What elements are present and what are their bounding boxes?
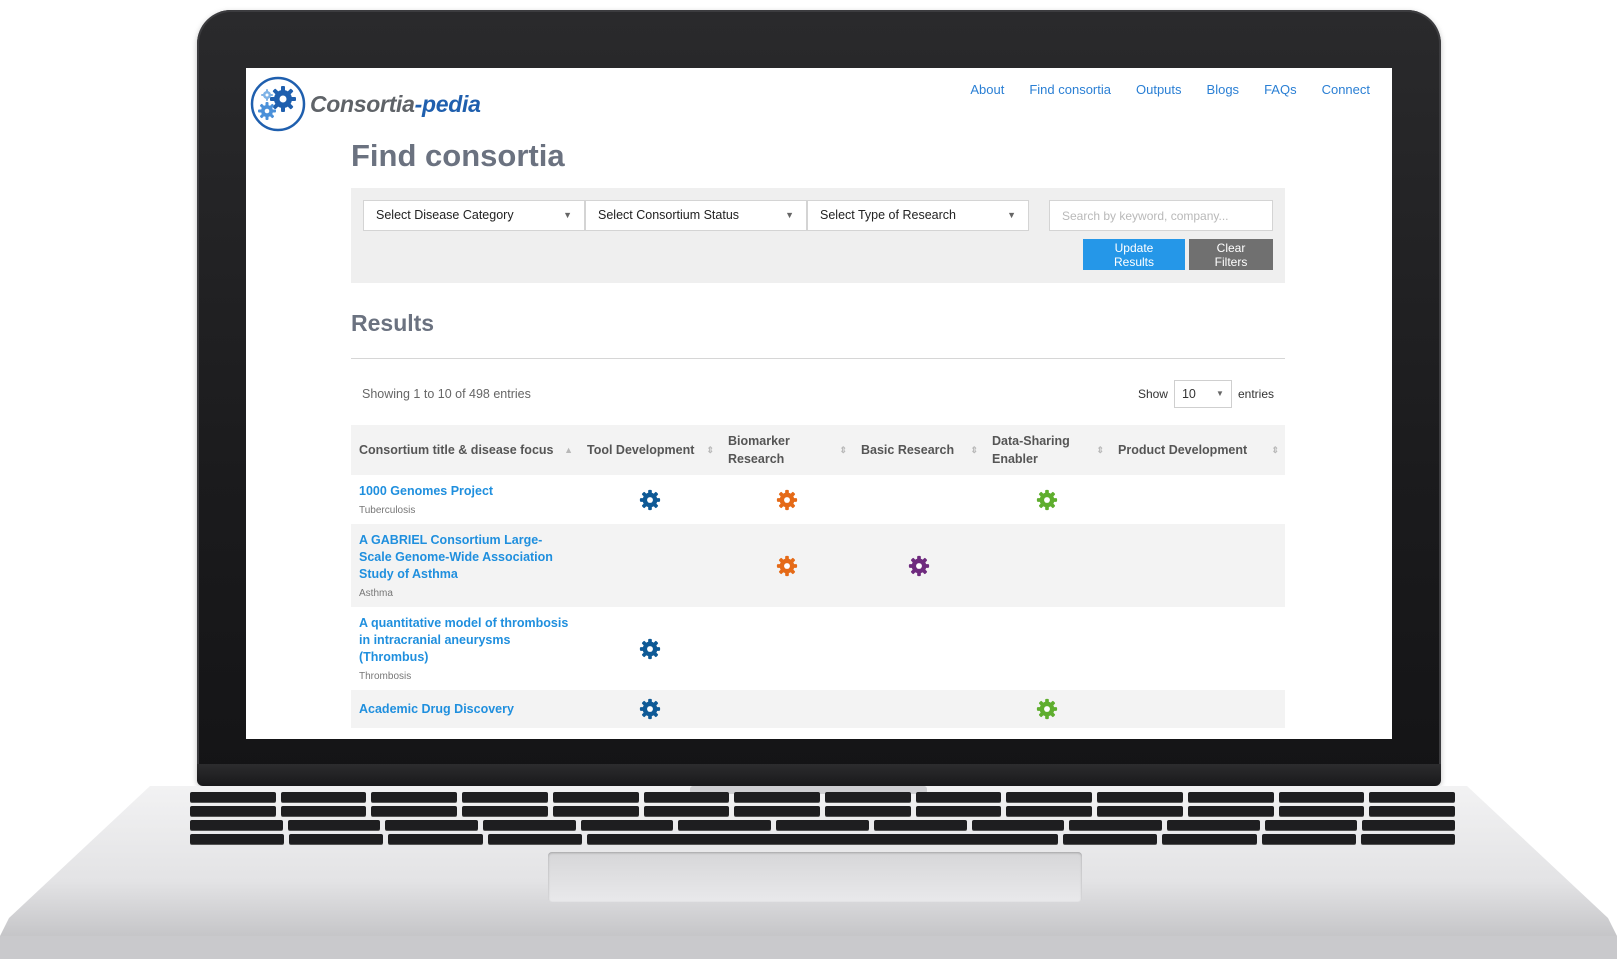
page-length-control: Show 10 ▼ entries — [1137, 380, 1274, 409]
cell-datasharing — [984, 524, 1110, 608]
sort-both-icon: ⇕ — [706, 445, 714, 456]
cell-product — [1110, 475, 1285, 525]
consortium-title-link[interactable]: A GABRIEL Consortium Large-Scale Genome-… — [359, 532, 571, 583]
laptop-hinge — [197, 764, 1441, 786]
consortium-title-link[interactable]: Academic Drug Discovery — [359, 701, 571, 718]
disease-focus: Tuberculosis — [359, 505, 416, 517]
page-length-value: 10 — [1181, 387, 1196, 402]
cell-biomarker — [720, 607, 853, 691]
cell-title: 1000 Genomes Project Tuberculosis — [351, 475, 579, 525]
gears-logo-icon — [250, 76, 306, 132]
show-label: Show — [1137, 387, 1168, 402]
cell-biomarker — [720, 475, 853, 525]
dropdown-caret-icon: ▼ — [563, 210, 572, 220]
table-row: A GABRIEL Consortium Large-Scale Genome-… — [351, 524, 1285, 608]
page-title: Find consortia — [351, 138, 565, 173]
table-header-row: Consortium title & disease focus ▲ Tool D… — [351, 425, 1285, 476]
nav-faqs[interactable]: FAQs — [1264, 82, 1297, 97]
sort-both-icon: ⇕ — [839, 445, 847, 456]
column-header-title[interactable]: Consortium title & disease focus ▲ — [351, 425, 579, 476]
column-header-biomarker-research[interactable]: Biomarker Research ⇕ — [720, 425, 853, 476]
results-summary: Showing 1 to 10 of 498 entries Show 10 ▼… — [351, 359, 1285, 425]
update-results-button[interactable]: Update Results — [1083, 239, 1185, 270]
consortium-status-select[interactable]: Select Consortium Status ▼ — [585, 200, 807, 231]
cell-tool — [579, 475, 720, 525]
type-of-research-value: Select Type of Research — [820, 208, 956, 222]
site-logo[interactable]: Consortia-pedia — [250, 76, 481, 132]
cell-title: A GABRIEL Consortium Large-Scale Genome-… — [351, 524, 579, 608]
gear-icon — [1036, 698, 1058, 720]
cell-datasharing — [984, 690, 1110, 729]
cell-basic — [853, 607, 984, 691]
cell-basic — [853, 475, 984, 525]
column-header-product-development[interactable]: Product Development ⇕ — [1110, 425, 1285, 476]
gear-icon — [908, 555, 929, 576]
cell-title: A quantitative model of thrombosis in in… — [351, 607, 579, 691]
filter-panel: Select Disease Category ▼ Select Consort… — [351, 188, 1285, 283]
cell-datasharing — [984, 607, 1110, 691]
nav-connect[interactable]: Connect — [1322, 82, 1370, 97]
table-row: A quantitative model of thrombosis in in… — [351, 607, 1285, 691]
disease-focus: Asthma — [359, 588, 393, 600]
keyboard — [190, 792, 1456, 850]
consortium-status-value: Select Consortium Status — [598, 208, 740, 222]
dropdown-caret-icon: ▼ — [1216, 389, 1224, 399]
consortium-title-link[interactable]: A quantitative model of thrombosis in in… — [359, 615, 571, 666]
keyword-search-input[interactable] — [1049, 200, 1273, 231]
clear-filters-button[interactable]: Clear Filters — [1189, 239, 1273, 270]
cell-datasharing — [984, 475, 1110, 525]
dropdown-caret-icon: ▼ — [785, 210, 794, 220]
trackpad — [548, 852, 1082, 902]
sort-both-icon: ⇕ — [970, 445, 978, 456]
column-header-data-sharing-enabler[interactable]: Data-Sharing Enabler ⇕ — [984, 425, 1110, 476]
results-table-body: 1000 Genomes Project Tuberculosis A GABRIE… — [351, 475, 1285, 729]
results-table: Consortium title & disease focus ▲ Tool D… — [351, 425, 1285, 729]
cell-basic — [853, 690, 984, 729]
cell-tool — [579, 524, 720, 608]
page-length-select[interactable]: 10 ▼ — [1173, 380, 1232, 409]
cell-title: Academic Drug Discovery — [351, 690, 579, 729]
table-row: Academic Drug Discovery — [351, 690, 1285, 729]
cell-biomarker — [720, 690, 853, 729]
main-nav: About Find consortia Outputs Blogs FAQs … — [970, 82, 1370, 97]
disease-category-select[interactable]: Select Disease Category ▼ — [363, 200, 585, 231]
gear-icon — [776, 555, 797, 576]
nav-outputs[interactable]: Outputs — [1136, 82, 1182, 97]
cell-product — [1110, 690, 1285, 729]
cell-tool — [579, 690, 720, 729]
entries-info: Showing 1 to 10 of 498 entries — [362, 387, 531, 402]
column-header-tool-development[interactable]: Tool Development ⇕ — [579, 425, 720, 476]
nav-find-consortia[interactable]: Find consortia — [1029, 82, 1111, 97]
cell-basic — [853, 524, 984, 608]
gear-icon — [639, 698, 660, 720]
column-header-basic-research[interactable]: Basic Research ⇕ — [853, 425, 984, 476]
nav-about[interactable]: About — [970, 82, 1004, 97]
site-name: Consortia-pedia — [310, 90, 481, 117]
dropdown-caret-icon: ▼ — [1007, 210, 1016, 220]
disease-focus: Thrombosis — [359, 671, 412, 683]
sort-both-icon: ⇕ — [1271, 445, 1279, 456]
type-of-research-select[interactable]: Select Type of Research ▼ — [807, 200, 1029, 231]
cell-tool — [579, 607, 720, 691]
consortium-title-link[interactable]: 1000 Genomes Project — [359, 483, 571, 500]
disease-category-value: Select Disease Category — [376, 208, 514, 222]
table-row: 1000 Genomes Project Tuberculosis — [351, 475, 1285, 525]
cell-product — [1110, 607, 1285, 691]
gear-icon — [776, 489, 797, 510]
gear-icon — [1036, 489, 1058, 510]
results-heading: Results — [351, 310, 435, 336]
laptop-stage: Consortia-pedia About Find consortia Out… — [0, 0, 1617, 959]
cell-product — [1110, 524, 1285, 608]
sort-both-icon: ⇕ — [1096, 445, 1104, 456]
nav-blogs[interactable]: Blogs — [1207, 82, 1240, 97]
entries-label: entries — [1237, 387, 1274, 402]
browser-screen: Consortia-pedia About Find consortia Out… — [246, 68, 1392, 739]
sort-asc-icon: ▲ — [564, 445, 573, 456]
cell-biomarker — [720, 524, 853, 608]
gear-icon — [639, 489, 660, 510]
gear-icon — [639, 638, 660, 659]
main-content: Find consortia Select Disease Category ▼… — [351, 136, 1285, 729]
